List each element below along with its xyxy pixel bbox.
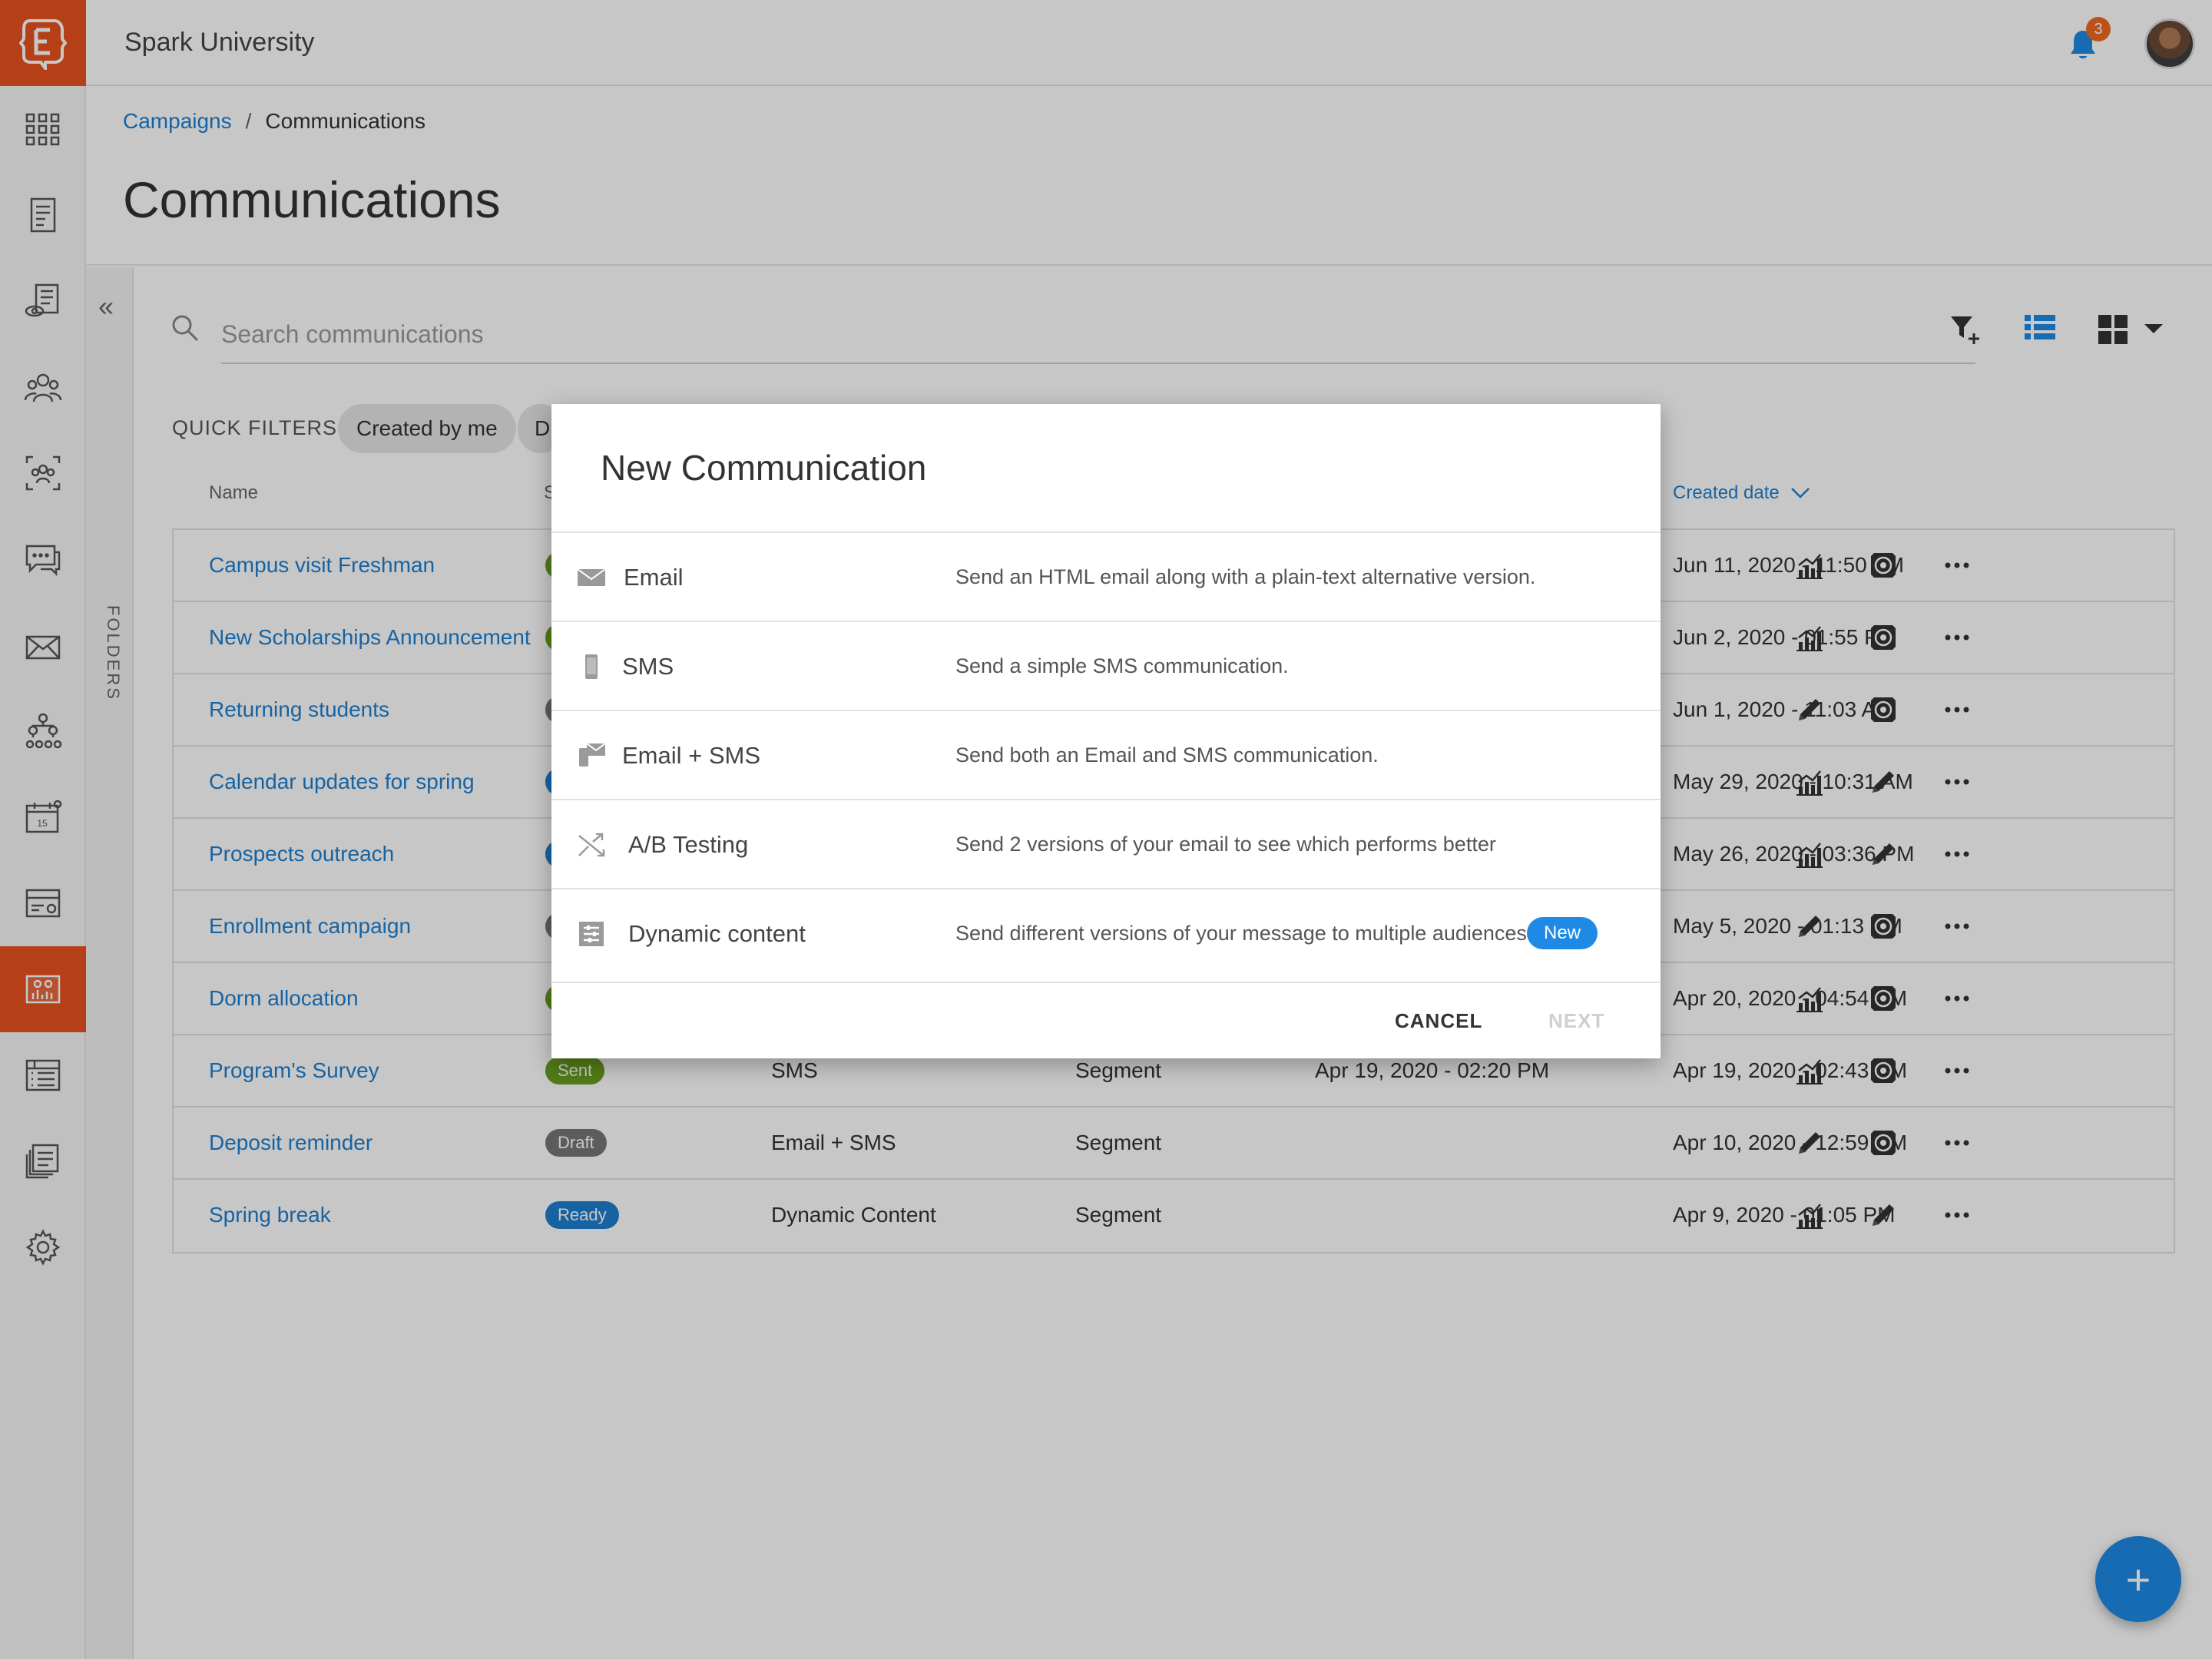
- email-sms-icon: [579, 743, 606, 767]
- option-label: Email: [624, 564, 684, 591]
- option-description: Send a simple SMS communication.: [955, 654, 1289, 677]
- option-description: Send both an Email and SMS communication…: [955, 743, 1379, 767]
- option-description: Send different versions of your message …: [955, 922, 1527, 945]
- envelope-icon: [577, 568, 606, 586]
- option-email[interactable]: Email Send an HTML email along with a pl…: [551, 531, 1661, 621]
- sliders-icon: [579, 922, 604, 946]
- new-badge: New: [1527, 917, 1598, 949]
- option-description: Send 2 versions of your email to see whi…: [955, 833, 1496, 856]
- option-label: Email + SMS: [622, 742, 761, 769]
- option-sms[interactable]: SMS Send a simple SMS communication.: [551, 621, 1661, 710]
- next-button[interactable]: NEXT: [1548, 1009, 1604, 1033]
- option-dynamic-content[interactable]: Dynamic content Send different versions …: [551, 888, 1661, 982]
- phone-icon: [585, 654, 598, 679]
- option-email-sms[interactable]: Email + SMS Send both an Email and SMS c…: [551, 710, 1661, 799]
- cancel-button[interactable]: CANCEL: [1395, 1009, 1482, 1033]
- option-label: SMS: [622, 653, 674, 680]
- option-description: Send an HTML email along with a plain-te…: [955, 565, 1536, 588]
- new-communication-dialog: New Communication Email Send an HTML ema…: [551, 404, 1661, 1058]
- dialog-footer: CANCEL NEXT: [551, 982, 1661, 1058]
- option-label: A/B Testing: [628, 831, 749, 858]
- shuffle-icon: [578, 833, 605, 857]
- dialog-title: New Communication: [601, 448, 927, 488]
- option-label: Dynamic content: [628, 920, 806, 947]
- option-ab-testing[interactable]: A/B Testing Send 2 versions of your emai…: [551, 799, 1661, 888]
